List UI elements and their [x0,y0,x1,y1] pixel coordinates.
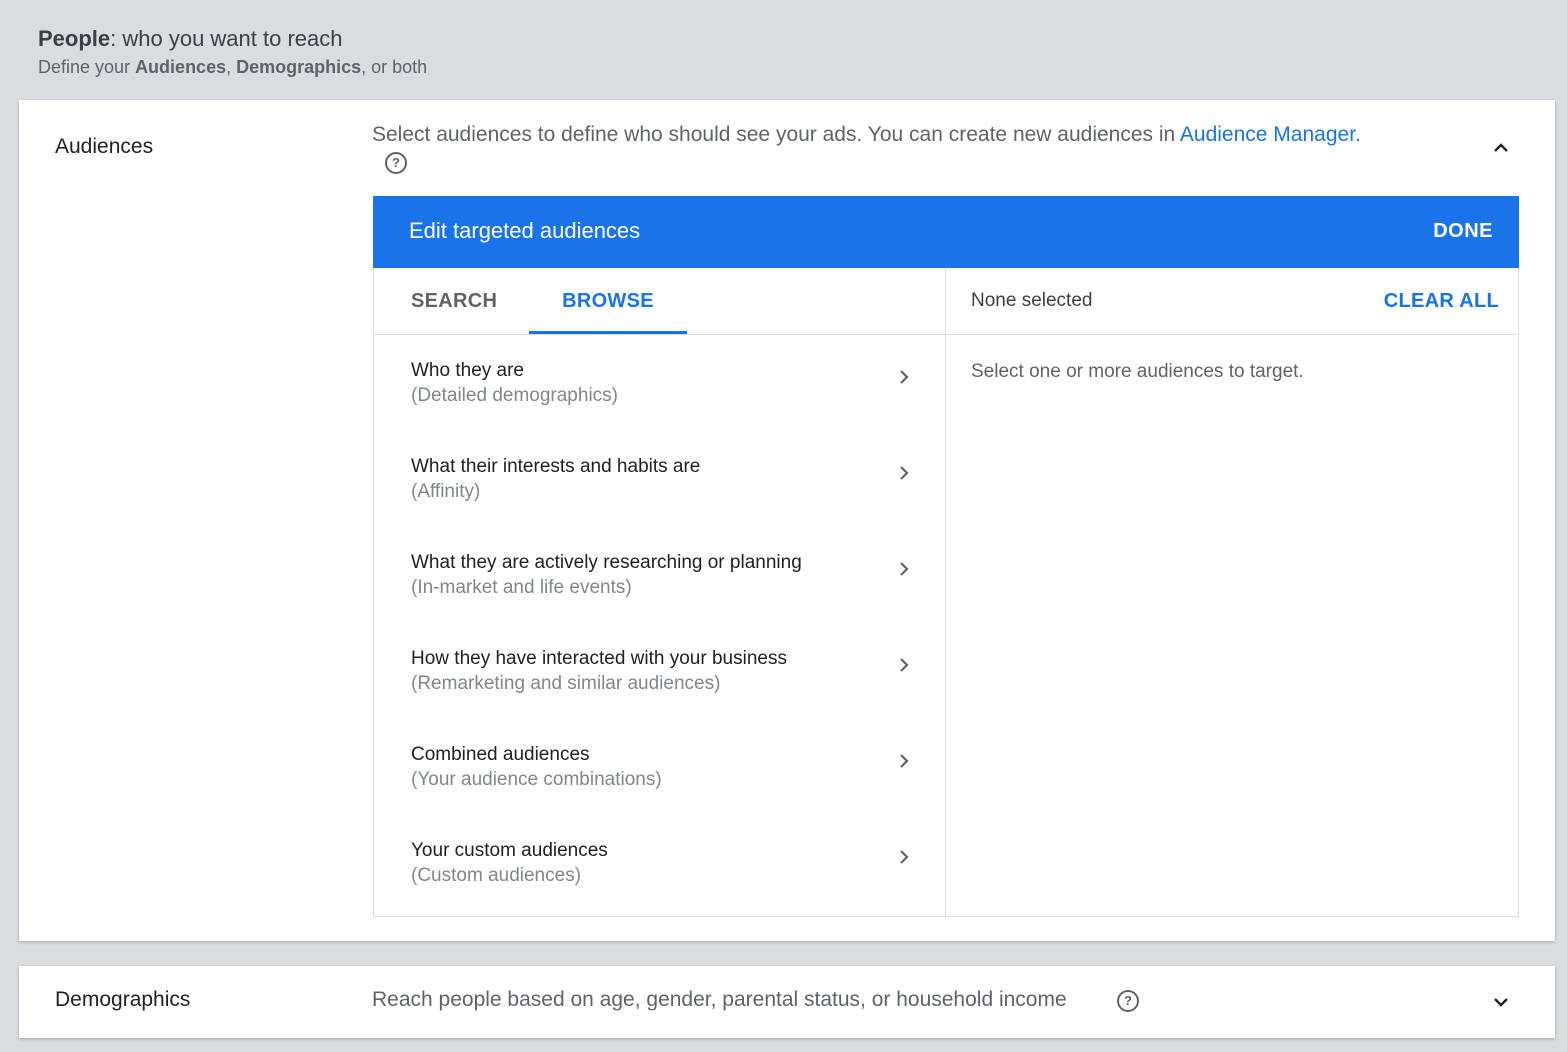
chevron-right-icon [900,754,909,768]
people-sub-demographics: Demographics [236,57,362,77]
browse-item-subtitle: (Affinity) [411,481,481,502]
chevron-right-icon [900,466,909,480]
browse-item-title: How they have interacted with your busin… [411,648,787,669]
browse-item-title: What their interests and habits are [411,456,701,477]
audiences-label: Audiences [55,135,154,158]
browse-item-subtitle: (Remarketing and similar audiences) [411,673,721,694]
chevron-right-icon [900,562,909,576]
browse-item-title: Who they are [411,360,524,381]
browse-item-custom[interactable]: Your custom audiences (Custom audiences) [374,815,945,911]
browse-item-title: Your custom audiences [411,840,608,861]
audiences-description: Select audiences to define who should se… [372,121,1452,149]
selection-status: None selected [971,290,1093,311]
editor-header: Edit targeted audiences DONE [373,196,1519,268]
people-title: People: who you want to reach [38,24,427,54]
browse-item-subtitle: (Your audience combinations) [411,769,662,790]
audiences-description-text: Select audiences to define who should se… [372,123,1180,146]
browse-pane: SEARCH BROWSE Who they are (Detailed dem… [374,268,946,917]
browse-item-subtitle: (Custom audiences) [411,865,582,886]
editor-title: Edit targeted audiences [409,218,641,243]
people-sub-separator: , [226,57,237,77]
selection-header: None selected CLEAR ALL [946,268,1518,335]
people-header: People: who you want to reach Define you… [38,24,427,80]
chevron-up-icon [1494,143,1508,152]
audience-editor: Edit targeted audiences DONE SEARCH BROW… [373,196,1519,917]
expand-demographics-button[interactable] [1489,990,1513,1014]
demographics-description: Reach people based on age, gender, paren… [372,988,1067,1011]
demographics-card[interactable]: Demographics Reach people based on age, … [19,966,1555,1038]
people-sub-suffix: , or both [361,57,428,77]
audiences-card: Audiences Select audiences to define who… [19,100,1555,941]
selection-empty-message: Select one or more audiences to target. [971,361,1304,382]
browse-item-who-they-are[interactable]: Who they are (Detailed demographics) [374,335,945,431]
collapse-audiences-button[interactable] [1489,136,1513,160]
tab-browse[interactable]: BROWSE [529,268,687,334]
chevron-right-icon [900,658,909,672]
people-title-rest: : who you want to reach [110,26,343,51]
people-sub-prefix: Define your [38,57,136,77]
demographics-label: Demographics [55,988,191,1011]
people-title-bold: People [38,26,111,51]
audience-manager-link[interactable]: Audience Manager [1180,123,1355,146]
browse-item-subtitle: (Detailed demographics) [411,385,618,406]
audiences-description-end: . [1355,123,1361,146]
editor-tabs: SEARCH BROWSE [374,268,945,335]
selection-pane: None selected CLEAR ALL Select one or mo… [946,268,1518,917]
help-icon[interactable]: ? [1117,990,1139,1012]
browse-item-title: Combined audiences [411,744,590,765]
chevron-right-icon [900,370,909,384]
clear-all-button[interactable]: CLEAR ALL [1384,290,1499,313]
browse-item-interacted[interactable]: How they have interacted with your busin… [374,623,945,719]
people-sub-audiences: Audiences [135,57,227,77]
tab-search[interactable]: SEARCH [411,268,497,334]
browse-list: Who they are (Detailed demographics) Wha… [374,335,945,911]
browse-item-title: What they are actively researching or pl… [411,552,802,573]
help-icon[interactable]: ? [385,152,407,174]
browse-item-subtitle: (In-market and life events) [411,577,632,598]
people-subtitle: Define your Audiences, Demographics, or … [38,54,427,80]
done-button[interactable]: DONE [1433,220,1493,243]
browse-item-researching[interactable]: What they are actively researching or pl… [374,527,945,623]
chevron-right-icon [900,850,909,864]
browse-item-combined[interactable]: Combined audiences (Your audience combin… [374,719,945,815]
browse-item-interests[interactable]: What their interests and habits are (Aff… [374,431,945,527]
chevron-down-icon [1494,998,1508,1007]
